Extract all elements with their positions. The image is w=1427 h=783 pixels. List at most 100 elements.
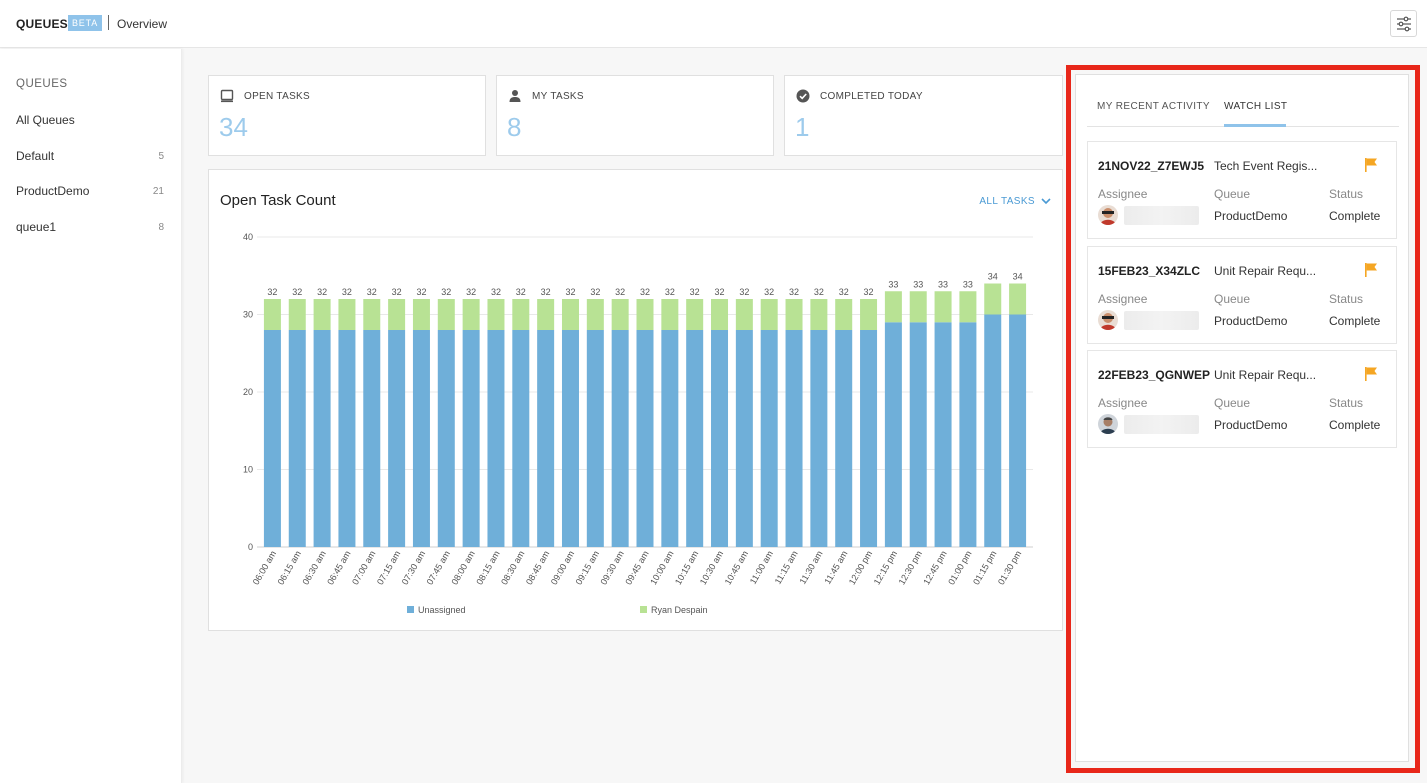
assignee-name-redacted bbox=[1124, 206, 1199, 225]
flag-icon[interactable] bbox=[1364, 157, 1378, 173]
bar-total-label: 33 bbox=[888, 279, 898, 289]
sidebar-item-count: 5 bbox=[158, 151, 164, 162]
task-id[interactable]: 22FEB23_QGNWEP bbox=[1098, 368, 1210, 382]
bar-ryan-despain bbox=[388, 299, 406, 330]
bar-ryan-despain bbox=[686, 299, 704, 330]
flag-icon[interactable] bbox=[1364, 366, 1378, 382]
chart-title: Open Task Count bbox=[220, 192, 336, 209]
task-id[interactable]: 21NOV22_Z7EWJ5 bbox=[1098, 159, 1204, 173]
bar-unassigned bbox=[711, 330, 729, 547]
x-tick-label: 11:30 am bbox=[798, 549, 825, 586]
legend-label: Ryan Despain bbox=[651, 605, 708, 615]
bar-unassigned bbox=[338, 330, 356, 547]
watch-item[interactable]: 22FEB23_QGNWEP Unit Repair Requ... Assig… bbox=[1087, 350, 1397, 448]
bar-total-label: 32 bbox=[864, 287, 874, 297]
bar-unassigned bbox=[586, 330, 604, 547]
bar-ryan-despain bbox=[462, 299, 480, 330]
sidebar-item-queue1[interactable]: queue1 8 bbox=[0, 209, 182, 243]
all-tasks-label: ALL TASKS bbox=[979, 196, 1035, 207]
watch-item[interactable]: 21NOV22_Z7EWJ5 Tech Event Regis... Assig… bbox=[1087, 141, 1397, 239]
x-tick-label: 12:45 pm bbox=[921, 549, 948, 587]
x-tick-label: 09:15 am bbox=[574, 549, 601, 587]
breadcrumb: Overview bbox=[117, 17, 168, 31]
x-tick-label: 08:45 am bbox=[524, 549, 551, 587]
bar-ryan-despain bbox=[537, 299, 555, 330]
bar-unassigned bbox=[785, 330, 803, 547]
flag-icon[interactable] bbox=[1364, 262, 1378, 278]
bar-unassigned bbox=[263, 330, 281, 547]
bar-unassigned bbox=[636, 330, 654, 547]
check-circle-icon bbox=[796, 89, 810, 103]
y-tick-label: 40 bbox=[243, 232, 253, 242]
bar-unassigned bbox=[462, 330, 480, 547]
bar-unassigned bbox=[288, 330, 306, 547]
y-tick-label: 0 bbox=[248, 542, 253, 552]
bar-total-label: 32 bbox=[565, 287, 575, 297]
tab-watch-list[interactable]: WATCH LIST bbox=[1224, 101, 1287, 112]
watch-item[interactable]: 15FEB23_X34ZLC Unit Repair Requ... Assig… bbox=[1087, 246, 1397, 344]
bar-total-label: 32 bbox=[665, 287, 675, 297]
bar-unassigned bbox=[561, 330, 579, 547]
bar-total-label: 32 bbox=[739, 287, 749, 297]
x-tick-label: 12:15 pm bbox=[872, 549, 899, 587]
task-description: Tech Event Regis... bbox=[1214, 159, 1318, 173]
sidebar-item-productdemo[interactable]: ProductDemo 21 bbox=[0, 173, 182, 207]
y-tick-label: 20 bbox=[243, 387, 253, 397]
bar-unassigned bbox=[735, 330, 753, 547]
bar-unassigned bbox=[934, 322, 952, 547]
bar-total-label: 32 bbox=[367, 287, 377, 297]
bar-ryan-despain bbox=[785, 299, 803, 330]
my-tasks-card[interactable]: MY TASKS 8 bbox=[496, 75, 774, 156]
tab-my-recent-activity[interactable]: MY RECENT ACTIVITY bbox=[1097, 101, 1210, 112]
sliders-icon bbox=[1397, 16, 1411, 32]
all-tasks-dropdown[interactable]: ALL TASKS bbox=[979, 196, 1051, 207]
bar-total-label: 32 bbox=[342, 287, 352, 297]
bar-total-label: 32 bbox=[640, 287, 650, 297]
completed-today-card[interactable]: COMPLETED TODAY 1 bbox=[784, 75, 1063, 156]
x-tick-label: 11:00 am bbox=[748, 549, 775, 586]
bar-ryan-despain bbox=[810, 299, 828, 330]
bar-total-label: 32 bbox=[590, 287, 600, 297]
bar-ryan-despain bbox=[984, 283, 1002, 315]
bar-total-label: 32 bbox=[814, 287, 824, 297]
bar-ryan-despain bbox=[586, 299, 604, 330]
x-tick-label: 06:00 am bbox=[251, 549, 278, 587]
bar-ryan-despain bbox=[561, 299, 579, 330]
queue-value: ProductDemo bbox=[1214, 418, 1288, 432]
bar-unassigned bbox=[810, 330, 828, 547]
sidebar-item-all-queues[interactable]: All Queues bbox=[0, 102, 182, 136]
x-tick-label: 07:00 am bbox=[350, 549, 377, 587]
assignee-label: Assignee bbox=[1098, 187, 1148, 201]
sidebar-item-default[interactable]: Default 5 bbox=[0, 138, 182, 172]
avatar bbox=[1098, 205, 1118, 225]
open-tasks-card[interactable]: OPEN TASKS 34 bbox=[208, 75, 486, 156]
bar-unassigned bbox=[437, 330, 455, 547]
legend-swatch bbox=[640, 606, 647, 613]
watch-list-panel: MY RECENT ACTIVITY WATCH LIST 21NOV22_Z7… bbox=[1075, 74, 1409, 762]
app-title[interactable]: QUEUES bbox=[16, 17, 68, 31]
settings-button[interactable] bbox=[1390, 10, 1417, 37]
task-description: Unit Repair Requ... bbox=[1214, 264, 1317, 278]
card-value: 8 bbox=[507, 112, 522, 142]
bar-ryan-despain bbox=[884, 291, 902, 323]
sidebar-item-label: All Queues bbox=[16, 113, 75, 127]
card-title: MY TASKS bbox=[532, 91, 584, 102]
bar-ryan-despain bbox=[363, 299, 381, 330]
bar-total-label: 34 bbox=[988, 272, 998, 282]
avatar bbox=[1098, 414, 1118, 434]
status-label: Status bbox=[1329, 187, 1364, 201]
x-tick-label: 06:15 am bbox=[276, 549, 303, 587]
bar-ryan-despain bbox=[313, 299, 331, 330]
bar-ryan-despain bbox=[636, 299, 654, 330]
bar-unassigned bbox=[1009, 314, 1027, 547]
bar-ryan-despain bbox=[909, 291, 927, 323]
bar-unassigned bbox=[388, 330, 406, 547]
bar-ryan-despain bbox=[288, 299, 306, 330]
bar-unassigned bbox=[512, 330, 530, 547]
bar-total-label: 32 bbox=[491, 287, 501, 297]
bar-ryan-despain bbox=[1009, 283, 1027, 315]
task-id[interactable]: 15FEB23_X34ZLC bbox=[1098, 264, 1200, 278]
card-title: OPEN TASKS bbox=[244, 91, 310, 102]
bar-unassigned bbox=[959, 322, 977, 547]
bar-total-label: 32 bbox=[839, 287, 849, 297]
